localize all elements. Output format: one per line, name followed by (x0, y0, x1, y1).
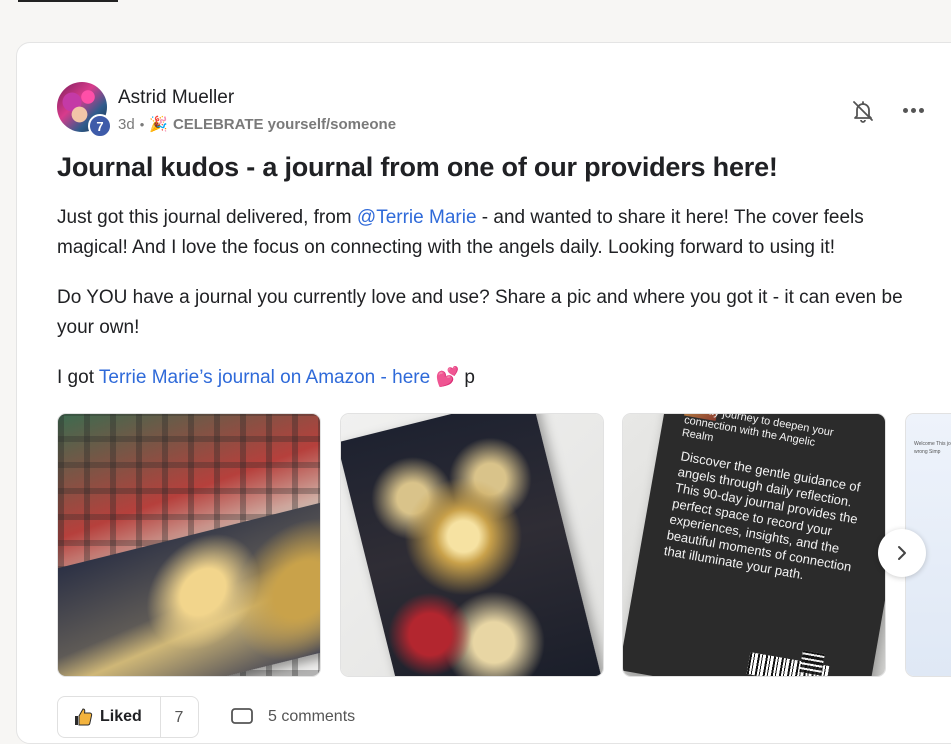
amazon-link[interactable]: Terrie Marie’s journal on Amazon - here (99, 367, 430, 388)
paragraph-text: I got (57, 367, 99, 388)
post-meta: 3d • 🎉 CELEBRATE yourself/someone (118, 115, 396, 134)
comment-icon (231, 708, 253, 724)
bell-off-icon (853, 101, 873, 123)
carousel-next-button[interactable] (878, 529, 926, 577)
post-category[interactable]: CELEBRATE yourself/someone (173, 116, 396, 133)
party-popper-icon: 🎉 (149, 116, 168, 133)
photo-1[interactable] (57, 413, 321, 677)
more-dot (910, 107, 916, 113)
more-horizontal-icon (902, 107, 908, 113)
chevron-right-icon (898, 546, 906, 560)
paragraph-text: p (464, 367, 475, 388)
comments-label: 5 comments (268, 708, 356, 725)
two-hearts-icon: 💕 (435, 367, 460, 388)
meta-separator: • (139, 116, 145, 132)
like-label-group: Liked (72, 706, 142, 728)
post-paragraph-1: Just got this journal delivered, from @T… (57, 203, 937, 263)
paragraph-text: Just got this journal delivered, from (57, 207, 357, 228)
partial-photo-text: Welcome This jo wrong Simp (914, 441, 951, 455)
comments-button[interactable]: 5 comments (230, 706, 355, 728)
active-tab-indicator (18, 0, 118, 2)
mention-link[interactable]: @Terrie Marie (357, 207, 477, 228)
notification-toggle-button[interactable] (849, 97, 877, 125)
like-count[interactable]: 7 (160, 709, 198, 727)
post-time: 3d (118, 115, 135, 133)
level-badge: 7 (88, 114, 112, 138)
more-dot (918, 107, 924, 113)
qr-code-image (799, 650, 825, 676)
post-paragraph-3: I got Terrie Marie’s journal on Amazon -… (57, 363, 937, 393)
more-options-button[interactable] (898, 100, 928, 120)
photo-3[interactable]: 90-day journey to deepen your connection… (622, 413, 886, 677)
photo-2[interactable] (340, 413, 604, 677)
thumbs-up-icon (75, 708, 93, 726)
top-tab-strip (0, 0, 951, 4)
like-button[interactable]: Liked 7 (57, 696, 199, 738)
author-name[interactable]: Astrid Mueller (118, 87, 234, 109)
post-paragraph-2: Do YOU have a journal you currently love… (57, 287, 903, 338)
like-label: Liked (100, 708, 142, 725)
post-title: Journal kudos - a journal from one of ou… (57, 152, 778, 182)
